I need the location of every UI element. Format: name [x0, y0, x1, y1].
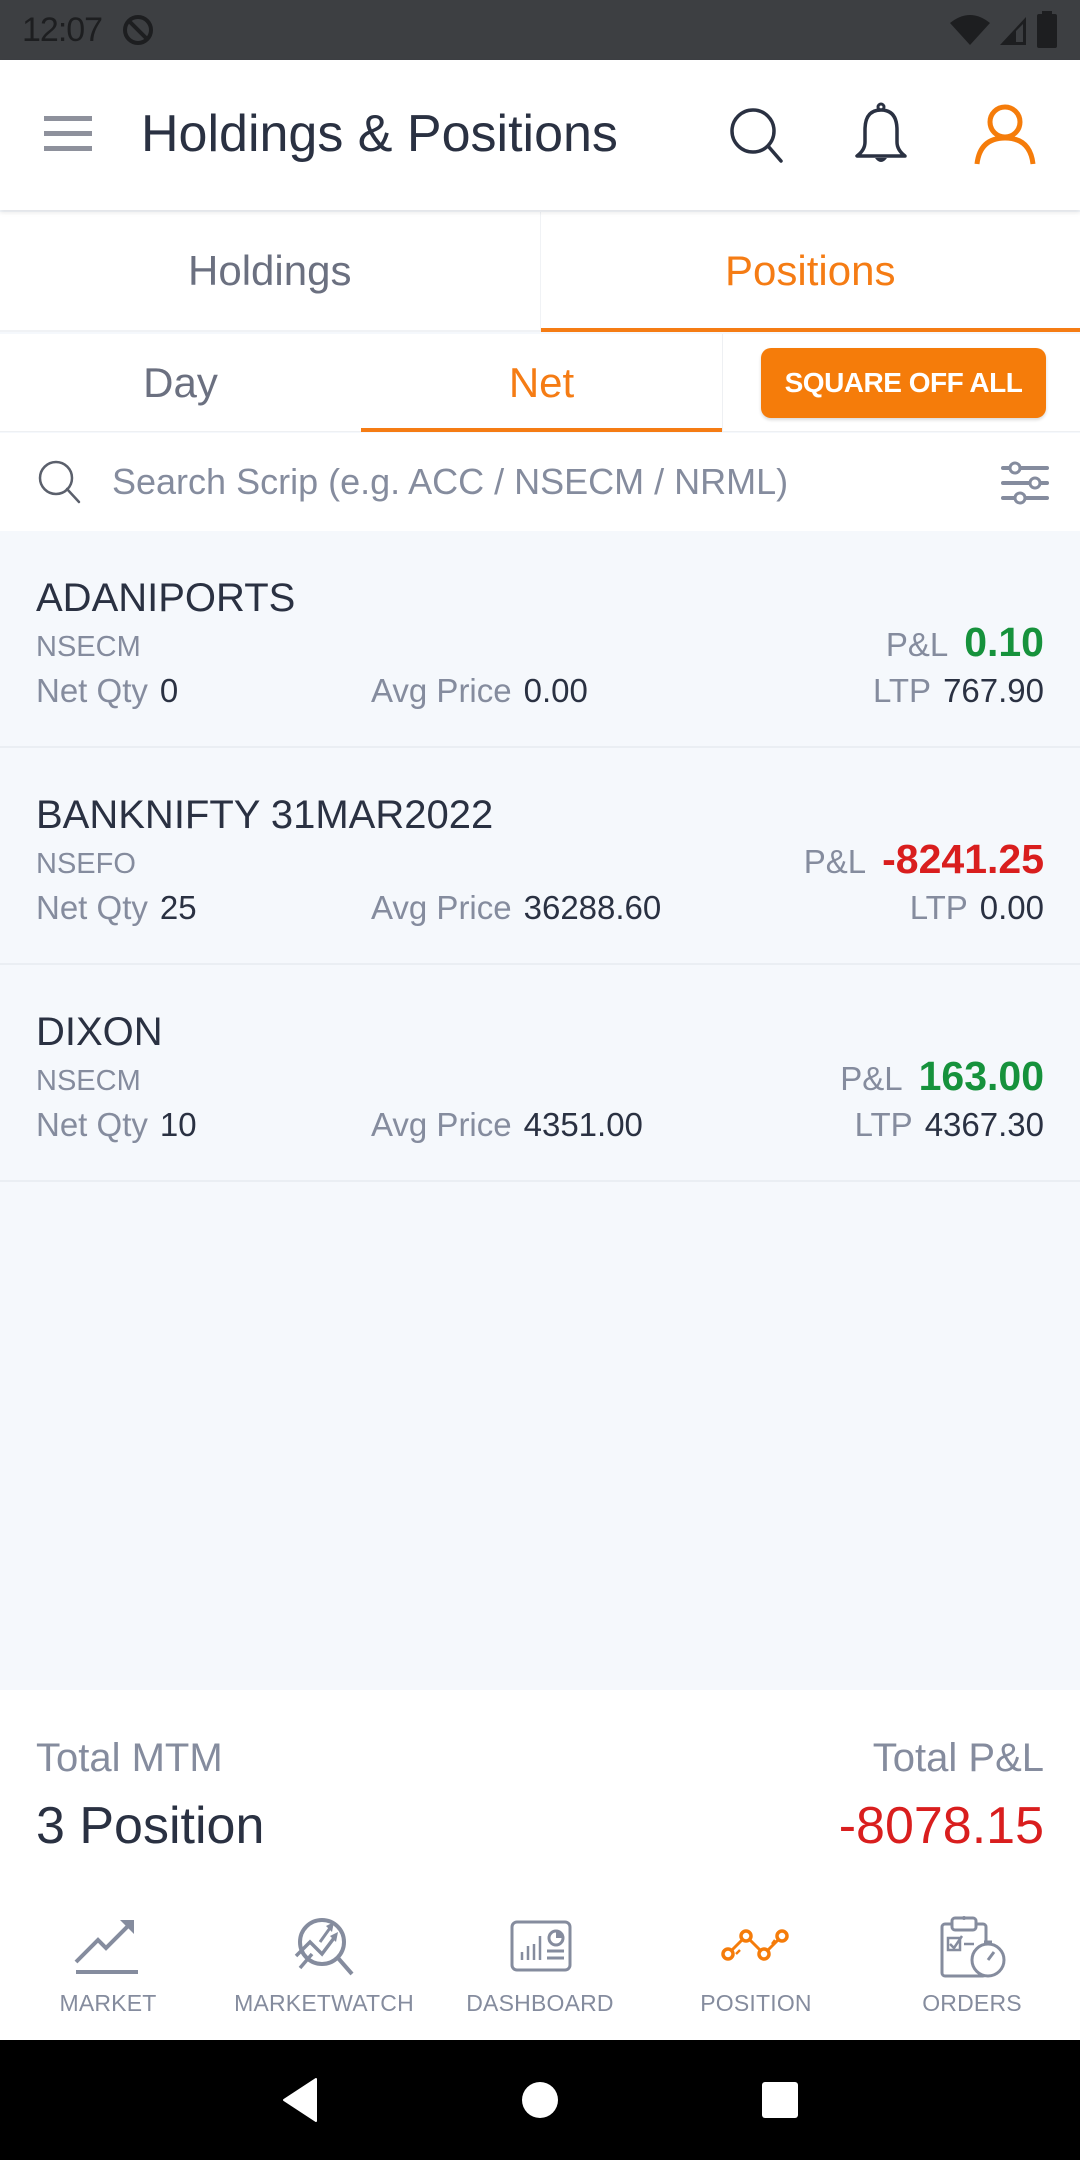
system-nav-bar: [0, 2040, 1080, 2160]
tab-net[interactable]: Net: [361, 334, 722, 432]
bottom-nav: MARKET MARKETWATCH DASHBOARD POSITION OR…: [0, 1890, 1080, 2040]
marketwatch-icon: [294, 1918, 354, 1976]
ltp-label: LTP 0.00: [910, 889, 1044, 927]
positions-list: ADANIPORTS NSECM Net Qty 0 Avg Price 0.00 …: [0, 531, 1080, 1182]
market-trend-icon: [74, 1920, 138, 1974]
avg-price-label-text: Avg Price: [371, 889, 512, 926]
search-icon: [730, 108, 783, 163]
nav-label: DASHBOARD: [466, 1990, 614, 2016]
ltp-label: LTP 767.90: [873, 672, 1044, 710]
search-icon: [38, 460, 81, 504]
position-exchange: NSECM: [36, 1065, 141, 1097]
avg-price-label-text: Avg Price: [371, 1106, 512, 1143]
orders-icon: [940, 1916, 1006, 1978]
avg-price-value: 0.00: [523, 672, 588, 709]
do-not-disturb-icon: [123, 15, 154, 45]
position-icon: [721, 1929, 789, 1961]
avg-price-label: Avg Price 36288.60: [371, 889, 661, 927]
tab-positions[interactable]: Positions: [540, 212, 1080, 332]
search-button[interactable]: [722, 100, 792, 170]
net-qty-label-text: Net Qty: [36, 672, 148, 709]
position-row[interactable]: BANKNIFTY 31MAR2022 NSEFO Net Qty 25 Avg …: [0, 748, 1080, 965]
pnl-value: -8241.25: [882, 836, 1044, 882]
net-qty-value: 0: [159, 672, 179, 709]
position-symbol: DIXON: [36, 1010, 163, 1054]
avg-price-label-text: Avg Price: [371, 672, 512, 709]
square-off-all-button[interactable]: SQUARE OFF ALL: [761, 347, 1046, 418]
nav-dashboard[interactable]: DASHBOARD: [432, 1890, 648, 2040]
net-qty-label: Net Qty 0: [36, 672, 178, 710]
total-pnl-value: -8078.15: [838, 1797, 1044, 1855]
recents-icon[interactable]: [760, 2080, 800, 2120]
ltp-value: 4367.30: [924, 1106, 1044, 1143]
tab-holdings[interactable]: Holdings: [0, 212, 541, 330]
page-title: Holdings & Positions: [141, 105, 618, 163]
home-icon[interactable]: [520, 2080, 560, 2120]
sub-tabs: Day Net SQUARE OFF ALL: [0, 333, 1080, 432]
position-exchange: NSEFO: [36, 848, 136, 880]
nav-position[interactable]: POSITION: [648, 1890, 864, 2040]
avg-price-label: Avg Price 0.00: [371, 672, 588, 710]
ltp-label-text: LTP: [909, 889, 968, 926]
tab-day[interactable]: Day: [0, 334, 361, 432]
position-row[interactable]: ADANIPORTS NSECM Net Qty 0 Avg Price 0.00 …: [0, 531, 1080, 748]
cellular-signal-icon: [1000, 17, 1026, 45]
notifications-button[interactable]: [846, 100, 916, 170]
pnl-value: 0.10: [964, 619, 1044, 665]
ltp-label: LTP 4367.30: [855, 1106, 1044, 1144]
notification-bell-icon: [855, 102, 907, 162]
ltp-value: 0.00: [979, 889, 1044, 926]
avg-price-label: Avg Price 4351.00: [371, 1106, 643, 1144]
wifi-icon: [950, 15, 990, 45]
net-qty-value: 25: [159, 889, 197, 926]
net-qty-label: Net Qty 25: [36, 889, 197, 927]
position-symbol: ADANIPORTS: [36, 576, 296, 620]
profile-icon: [974, 104, 1036, 165]
status-bar: 12:07: [0, 0, 1080, 60]
main-tabs: Holdings Positions: [0, 212, 1080, 332]
menu-icon[interactable]: [44, 116, 94, 152]
pnl-label-text: P&L: [803, 843, 867, 880]
pnl-label: P&L -8241.25: [804, 836, 1044, 883]
pnl-label: P&L 163.00: [840, 1053, 1044, 1100]
nav-label: MARKET: [59, 1990, 157, 2016]
dashboard-icon: [510, 1920, 572, 1972]
total-mtm-label: Total MTM: [36, 1736, 223, 1780]
search-bar: [0, 433, 1080, 531]
pnl-label-text: P&L: [885, 626, 949, 663]
total-pnl-label: Total P&L: [872, 1736, 1044, 1780]
net-qty-label: Net Qty 10: [36, 1106, 197, 1144]
status-icons: [950, 11, 1058, 49]
search-input[interactable]: [112, 461, 972, 503]
nav-market[interactable]: MARKET: [0, 1890, 216, 2040]
battery-icon: [1037, 11, 1057, 48]
nav-label: ORDERS: [922, 1990, 1022, 2016]
nav-label: POSITION: [700, 1990, 812, 2016]
ltp-value: 767.90: [943, 672, 1044, 709]
position-count: 3 Position: [36, 1797, 265, 1855]
pnl-label-text: P&L: [840, 1060, 903, 1097]
divider: [722, 333, 723, 432]
position-row[interactable]: DIXON NSECM Net Qty 10 Avg Price 4351.00 P…: [0, 965, 1080, 1182]
nav-orders[interactable]: ORDERS: [864, 1890, 1080, 2040]
pnl-label: P&L 0.10: [886, 619, 1044, 666]
net-qty-value: 10: [159, 1106, 197, 1143]
avg-price-value: 4351.00: [523, 1106, 643, 1143]
position-symbol: BANKNIFTY 31MAR2022: [36, 793, 494, 837]
nav-label: MARKETWATCH: [234, 1990, 414, 2016]
nav-marketwatch[interactable]: MARKETWATCH: [216, 1890, 432, 2040]
ltp-label-text: LTP: [854, 1106, 913, 1143]
status-time: 12:07: [22, 10, 103, 49]
totals-summary: Total MTM 3 Position Total P&L -8078.15: [0, 1690, 1080, 1890]
profile-button[interactable]: [970, 100, 1040, 170]
avg-price-value: 36288.60: [523, 889, 662, 926]
position-exchange: NSECM: [36, 631, 141, 663]
net-qty-label-text: Net Qty: [36, 1106, 148, 1143]
app-bar: Holdings & Positions: [0, 60, 1080, 210]
pnl-value: 163.00: [918, 1053, 1044, 1099]
net-qty-label-text: Net Qty: [36, 889, 148, 926]
filter-sliders-icon[interactable]: [1000, 458, 1050, 506]
back-icon[interactable]: [280, 2077, 320, 2123]
ltp-label-text: LTP: [872, 672, 932, 709]
